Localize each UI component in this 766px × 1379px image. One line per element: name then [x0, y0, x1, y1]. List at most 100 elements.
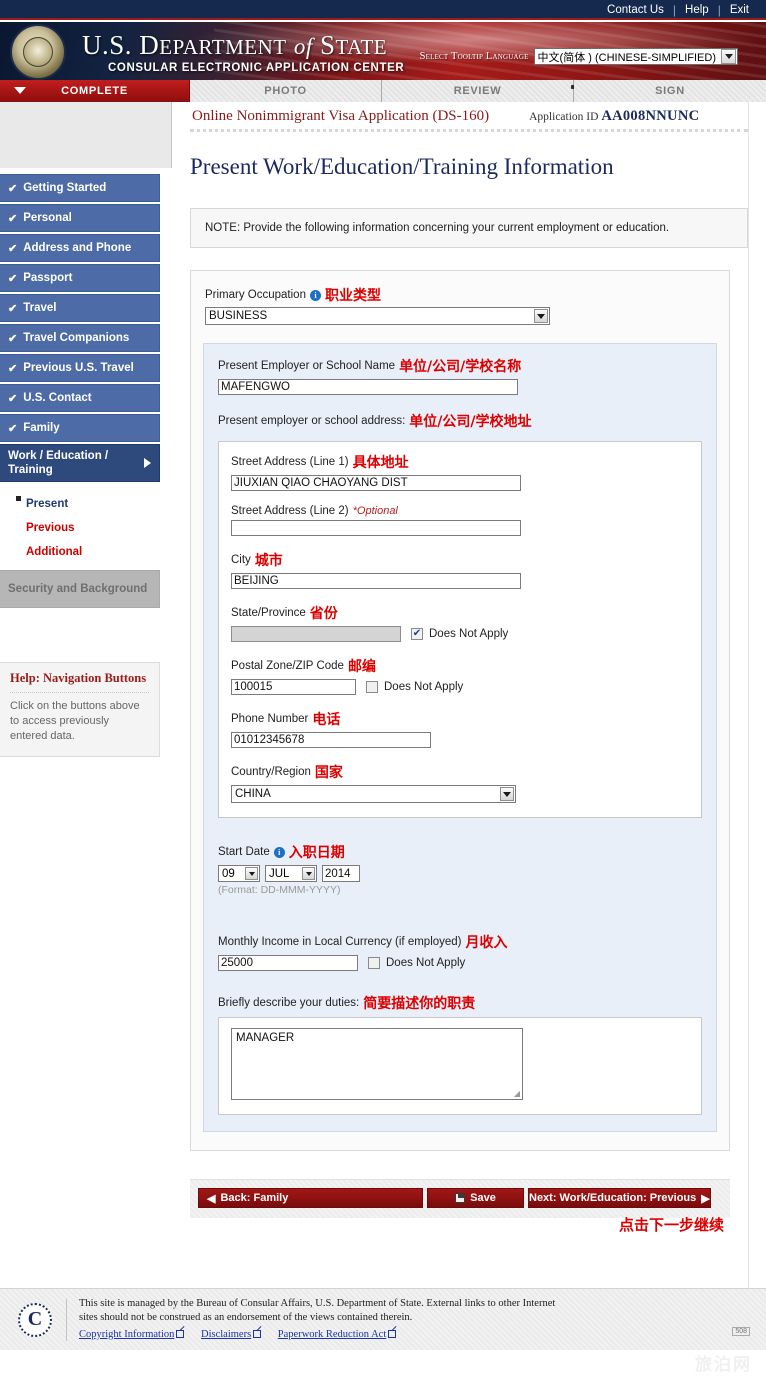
resize-handle-icon[interactable]: ◢: [514, 1089, 520, 1098]
paperwork-reduction-act-link[interactable]: Paperwork Reduction Act: [278, 1329, 397, 1340]
chevron-down-icon[interactable]: [500, 787, 514, 801]
info-icon[interactable]: i: [273, 846, 285, 858]
contact-us-link[interactable]: Contact Us: [598, 2, 673, 18]
start-date-month-select[interactable]: JUL: [265, 865, 317, 882]
check-icon: ✔: [8, 332, 18, 345]
exit-link[interactable]: Exit: [721, 2, 758, 18]
country-field: Country/Region 国家 CHINA: [231, 762, 689, 803]
state-input: [231, 626, 401, 642]
start-date-month-value: JUL: [269, 867, 290, 880]
next-button[interactable]: Next: Work/Education: Previous ▶: [528, 1188, 711, 1208]
duties-value: MANAGER: [236, 1032, 295, 1044]
sidebar-item-passport[interactable]: ✔ Passport: [0, 264, 160, 292]
sidebar-item-travel-companions[interactable]: ✔ Travel Companions: [0, 324, 160, 352]
sidebar-item-getting-started[interactable]: ✔ Getting Started: [0, 174, 160, 202]
city-input[interactable]: BEIJING: [231, 573, 521, 589]
street1-input[interactable]: JIUXIAN QIAO CHAOYANG DIST: [231, 475, 521, 491]
sidebar-item-label: Personal: [23, 212, 72, 224]
sidebar-item-us-contact[interactable]: ✔ U.S. Contact: [0, 384, 160, 412]
step-sign[interactable]: SIGN: [574, 80, 766, 102]
step-complete-label: COMPLETE: [61, 85, 128, 97]
copyright-information-link[interactable]: Copyright Information: [79, 1329, 185, 1340]
street1-label: Street Address (Line 1): [231, 456, 349, 468]
postal-input[interactable]: 100015: [231, 679, 356, 695]
monthly-income-does-not-apply[interactable]: Does Not Apply: [368, 957, 465, 969]
employer-name-input[interactable]: MAFENGWO: [218, 379, 518, 395]
start-date-controls: 09 JUL 2014: [218, 865, 702, 882]
save-button-label: Save: [470, 1192, 496, 1204]
sidebar-item-work-education-training[interactable]: Work / Education / Training: [0, 444, 160, 482]
phone-label: Phone Number: [231, 713, 309, 725]
checkbox-checked-icon[interactable]: [411, 628, 423, 640]
state-row: Does Not Apply: [231, 626, 689, 642]
monthly-income-input[interactable]: 25000: [218, 955, 358, 971]
checkbox-unchecked-icon[interactable]: [366, 681, 378, 693]
step-review-label: REVIEW: [453, 85, 502, 97]
sidebar-item-family[interactable]: ✔ Family: [0, 414, 160, 442]
sidebar-item-personal[interactable]: ✔ Personal: [0, 204, 160, 232]
tooltip-language-select[interactable]: 中文(简体 ) (CHINESE-SIMPLIFIED): [533, 48, 738, 65]
postal-does-not-apply-label: Does Not Apply: [384, 681, 464, 693]
step-review[interactable]: REVIEW: [382, 80, 575, 102]
sidebar-item-travel[interactable]: ✔ Travel: [0, 294, 160, 322]
step-photo[interactable]: PHOTO: [190, 80, 382, 102]
country-select[interactable]: CHINA: [231, 785, 516, 803]
footer-text-line1: This site is managed by the Bureau of Co…: [79, 1298, 556, 1309]
state-does-not-apply[interactable]: Does Not Apply: [411, 628, 508, 640]
street1-annotation: 具体地址: [352, 455, 409, 471]
duties-label: Briefly describe your duties:: [218, 997, 360, 1009]
sidebar-item-label: Family: [23, 422, 60, 434]
state-field: State/Province 省份 Does Not Apply: [231, 603, 689, 642]
sidebar-subitem-additional[interactable]: Additional: [0, 540, 160, 564]
sidebar-subitem-present[interactable]: Present: [0, 492, 160, 516]
start-date-day-value: 09: [222, 867, 235, 880]
street1-field: Street Address (Line 1) 具体地址 JIUXIAN QIA…: [231, 452, 689, 491]
sidebar-item-security-and-background: Security and Background: [0, 570, 160, 608]
form-panel: Primary Occupation i 职业类型 BUSINESS Prese…: [190, 270, 730, 1151]
content-right-divider: [748, 102, 749, 1288]
consular-affairs-seal-icon: C: [18, 1302, 52, 1337]
tooltip-language-value: 中文(简体 ) (CHINESE-SIMPLIFIED): [537, 51, 716, 64]
street2-optional-tag: *Optional: [352, 505, 398, 517]
primary-occupation-annotation: 职业类型: [324, 288, 381, 304]
postal-does-not-apply[interactable]: Does Not Apply: [366, 681, 463, 693]
sidebar-item-address-and-phone[interactable]: ✔ Address and Phone: [0, 234, 160, 262]
chevron-down-icon[interactable]: [534, 309, 548, 323]
step-complete[interactable]: COMPLETE: [0, 80, 190, 102]
sidebar-subitem-previous[interactable]: Previous: [0, 516, 160, 540]
phone-input[interactable]: 01012345678: [231, 732, 431, 748]
disclaimers-link[interactable]: Disclaimers: [201, 1329, 262, 1340]
check-icon: ✔: [8, 422, 18, 435]
primary-occupation-label-row: Primary Occupation i 职业类型: [205, 285, 715, 305]
save-button[interactable]: Save: [427, 1188, 524, 1208]
chevron-down-icon[interactable]: [245, 867, 258, 880]
sidebar-subitem-label: Previous: [26, 522, 75, 534]
sidebar-item-label: Work / Education / Training: [8, 450, 109, 476]
primary-occupation-select[interactable]: BUSINESS: [205, 307, 550, 325]
street1-label-row: Street Address (Line 1) 具体地址: [231, 452, 689, 472]
sidebar-top-filler: [0, 102, 172, 168]
chevron-down-icon[interactable]: [721, 49, 736, 64]
sidebar-item-label: Travel Companions: [23, 332, 130, 344]
sidebar: ✔ Getting Started ✔ Personal ✔ Address a…: [0, 102, 172, 1288]
back-button[interactable]: ◀ Back: Family: [198, 1188, 423, 1208]
checkbox-unchecked-icon[interactable]: [368, 957, 380, 969]
chevron-down-icon[interactable]: [302, 867, 315, 880]
sidebar-item-previous-us-travel[interactable]: ✔ Previous U.S. Travel: [0, 354, 160, 382]
street2-input[interactable]: [231, 520, 521, 536]
sidebar-item-label: U.S. Contact: [23, 392, 92, 404]
start-date-year-input[interactable]: 2014: [322, 865, 360, 882]
next-button-annotation: 点击下一步继续: [618, 1216, 724, 1234]
monthly-income-field: Monthly Income in Local Currency (if emp…: [218, 932, 702, 971]
info-icon[interactable]: i: [309, 289, 321, 301]
state-label-row: State/Province 省份: [231, 603, 689, 623]
caret-down-icon: [14, 87, 26, 94]
postal-label: Postal Zone/ZIP Code: [231, 660, 344, 672]
start-date-day-select[interactable]: 09: [218, 865, 260, 882]
employer-details-panel: Present Employer or School Name 单位/公司/学校…: [203, 343, 717, 1132]
monthly-income-annotation: 月收入: [465, 935, 508, 951]
copyright-information-label: Copyright Information: [79, 1329, 175, 1340]
duties-textarea[interactable]: MANAGER ◢: [231, 1028, 523, 1100]
help-link[interactable]: Help: [676, 2, 718, 18]
postal-label-row: Postal Zone/ZIP Code 邮编: [231, 656, 689, 676]
